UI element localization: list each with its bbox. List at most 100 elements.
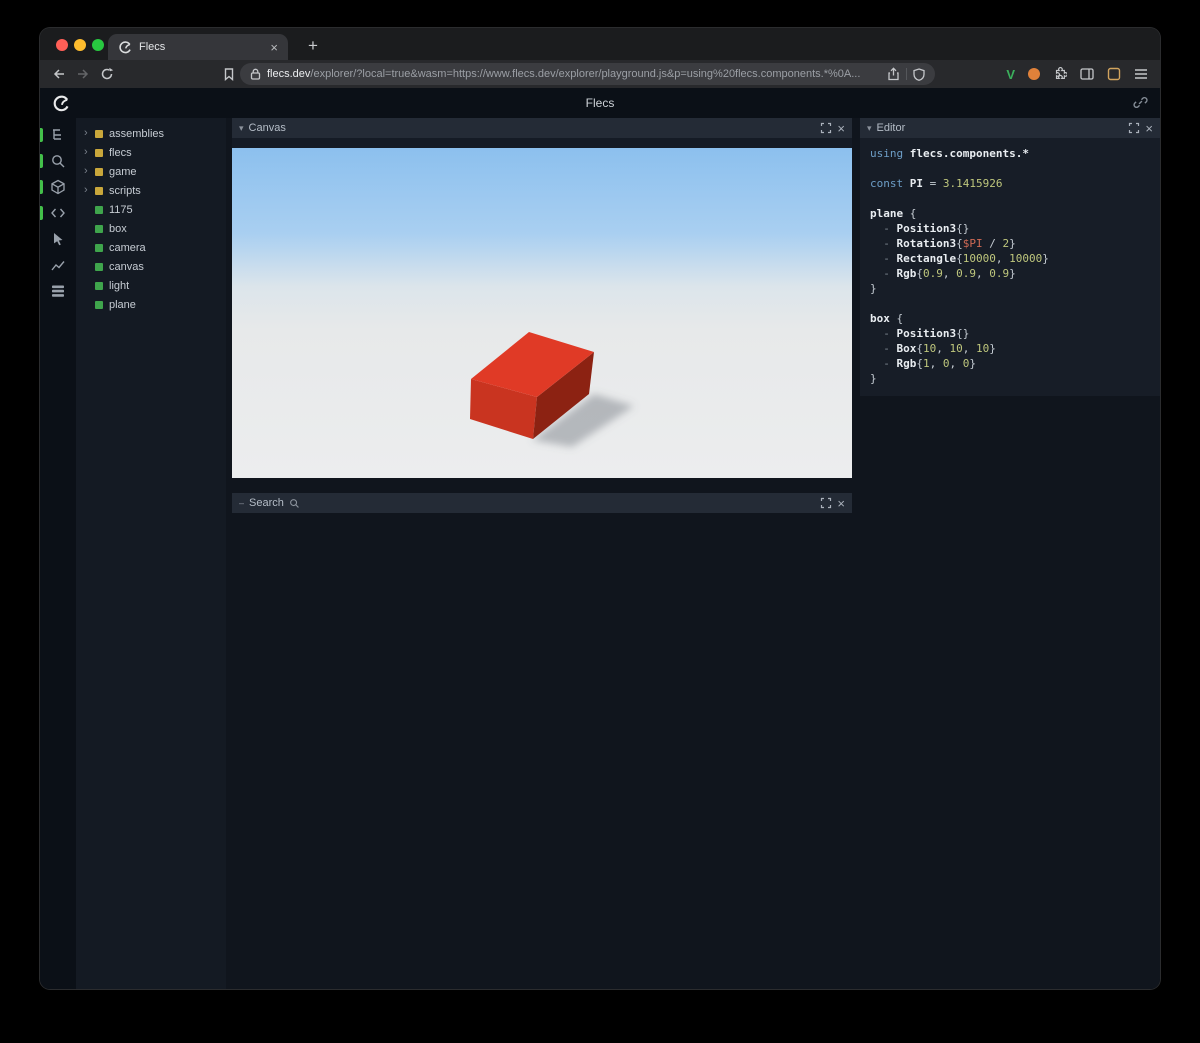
expand-arrow-icon[interactable]: › [84,166,95,177]
tree-item-1175[interactable]: 1175 [76,200,226,219]
shield-icon[interactable] [913,67,925,81]
flecs-favicon-icon [118,40,132,54]
tab-strip: Flecs × + [40,28,1160,60]
collapsed-dash-icon[interactable]: – [239,498,244,508]
search-panel-header: – Search × [232,493,852,513]
url-bar-divider [906,68,907,80]
entity-square-icon [95,300,103,309]
forward-icon[interactable] [76,67,90,81]
tree-item-label: light [109,279,130,292]
tree-item-label: plane [109,298,136,311]
entity-square-icon [95,243,103,252]
tab-title: Flecs [139,41,166,53]
sidebar-code-icon[interactable] [40,200,76,226]
close-window-button[interactable] [56,39,68,51]
editor-panel-title: Editor [876,122,906,134]
code-line: - Position3{} [870,222,970,235]
close-icon[interactable]: × [837,122,845,135]
fullscreen-icon[interactable] [1128,122,1140,134]
collapse-chevron-icon[interactable]: ▾ [867,123,872,133]
code-line: using flecs.components.* [870,147,1029,160]
flecs-logo-icon[interactable] [52,94,70,112]
code-line: - Rgb{0.9, 0.9, 0.9} [870,267,1016,280]
tree-item-flecs[interactable]: › flecs [76,143,226,162]
code-line: } [870,372,877,385]
search-panel: – Search × [232,493,852,513]
code-line: plane { [870,207,917,220]
new-tab-button[interactable]: + [300,33,326,59]
editor-panel-header: ▾ Editor × [860,118,1160,138]
browser-tab[interactable]: Flecs × [108,34,288,60]
sidebar-search-icon[interactable] [40,148,76,174]
extension-box-icon[interactable] [1107,67,1121,81]
tree-item-plane[interactable]: plane [76,295,226,314]
back-icon[interactable] [52,67,66,81]
tree-item-label: game [109,165,137,178]
editor-panel: ▾ Editor × using flecs.components.* cons… [860,118,1160,396]
sidebar-inspector-icon[interactable] [40,226,76,252]
sidebar-stats-icon[interactable] [40,252,76,278]
menu-icon[interactable] [1134,68,1148,80]
extensions-tray: V [1006,60,1148,88]
sidebar-hierarchy-icon[interactable] [40,122,76,148]
url-bar[interactable]: flecs.dev/explorer/?local=true&wasm=http… [240,63,935,85]
entity-tree: › assemblies › flecs › game › scripts 1175 box cam… [76,118,226,989]
close-icon[interactable]: × [1145,122,1153,135]
bookmark-icon[interactable] [222,67,236,81]
code-line: - Box{10, 10, 10} [870,342,996,355]
tree-item-scripts[interactable]: › scripts [76,181,226,200]
tab-close-icon[interactable]: × [270,41,278,54]
expand-arrow-icon[interactable]: › [84,128,95,139]
extension-orange-icon[interactable] [1028,68,1040,80]
minimize-window-button[interactable] [74,39,86,51]
fullscreen-icon[interactable] [820,122,832,134]
extension-v-icon[interactable]: V [1006,67,1015,82]
expand-arrow-icon[interactable]: › [84,185,95,196]
fullscreen-icon[interactable] [820,497,832,509]
left-icon-sidebar [40,118,76,989]
tree-item-label: box [109,222,127,235]
collapse-chevron-icon[interactable]: ▾ [239,123,244,133]
tree-item-assemblies[interactable]: › assemblies [76,124,226,143]
search-panel-title: Search [249,497,284,509]
entity-square-icon [95,281,103,290]
tree-item-canvas[interactable]: canvas [76,257,226,276]
lock-icon [250,68,261,80]
expand-arrow-icon[interactable]: › [84,147,95,158]
canvas-panel-title: Canvas [248,122,286,134]
code-line: - Position3{} [870,327,970,340]
page-title: Flecs [585,96,615,110]
module-square-icon [95,129,103,138]
url-text: flecs.dev/explorer/?local=true&wasm=http… [267,68,861,80]
main-layout: › assemblies › flecs › game › scripts 1175 box cam… [40,118,1160,989]
tree-item-label: scripts [109,184,141,197]
entity-square-icon [95,262,103,271]
zoom-window-button[interactable] [92,39,104,51]
tree-item-game[interactable]: › game [76,162,226,181]
sidebar-scene-icon[interactable] [40,174,76,200]
share-link-icon[interactable] [1133,95,1148,110]
sidebar-memory-icon[interactable] [40,278,76,304]
share-icon[interactable] [887,67,900,81]
tree-item-camera[interactable]: camera [76,238,226,257]
editor-code[interactable]: using flecs.components.* const PI = 3.14… [860,138,1160,396]
browser-toolbar: flecs.dev/explorer/?local=true&wasm=http… [40,60,1160,88]
tree-item-light[interactable]: light [76,276,226,295]
tree-item-label: canvas [109,260,144,273]
3d-viewport[interactable] [232,148,852,478]
tree-item-label: assemblies [109,127,165,140]
app-header: Flecs [40,88,1160,118]
tree-item-box[interactable]: box [76,219,226,238]
extensions-puzzle-icon[interactable] [1053,67,1067,81]
browser-window: Flecs × + flecs.dev/explorer/?local=true… [40,28,1160,989]
flecs-explorer-page: Flecs › assemblies › flecs › game › scri… [40,88,1160,989]
code-line: - Rgb{1, 0, 0} [870,357,976,370]
canvas-panel: ▾ Canvas × [232,118,852,478]
code-line: - Rectangle{10000, 10000} [870,252,1049,265]
close-icon[interactable]: × [837,497,845,510]
side-panel-icon[interactable] [1080,67,1094,81]
tree-item-label: 1175 [109,203,133,216]
reload-icon[interactable] [100,67,114,81]
